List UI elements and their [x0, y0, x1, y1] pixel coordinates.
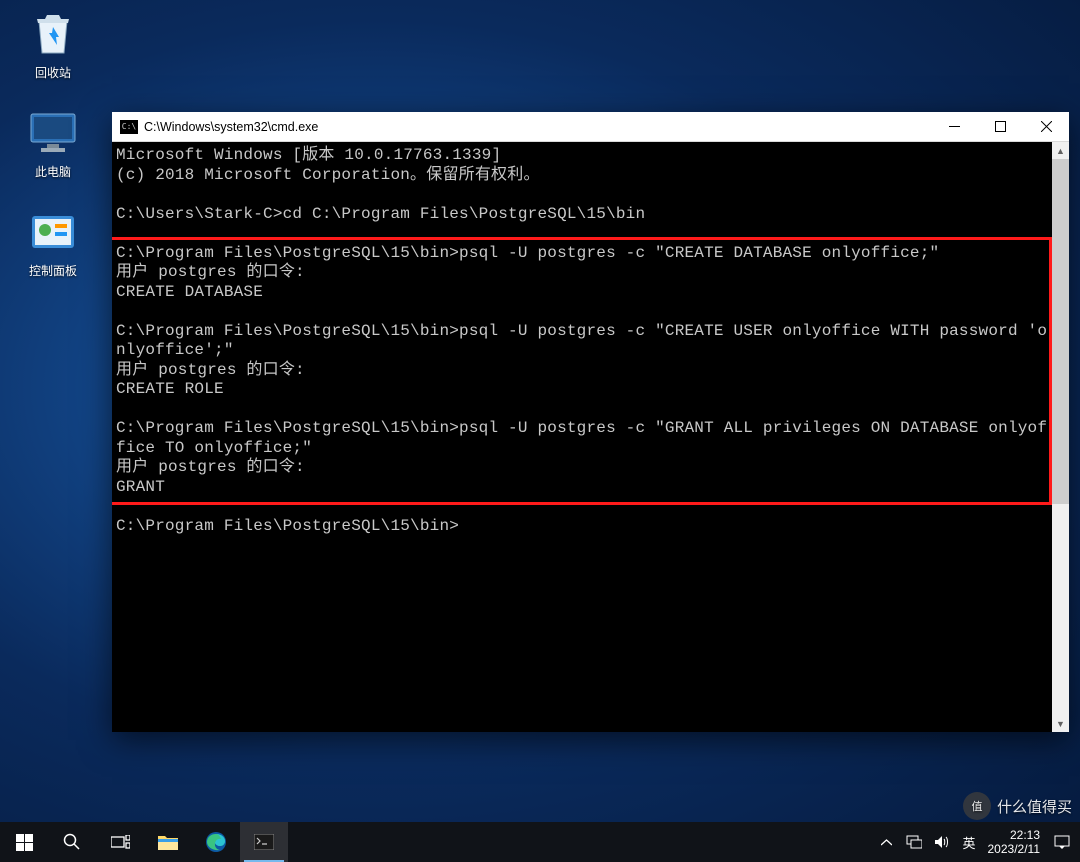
desktop-icon-label: 回收站: [14, 64, 92, 81]
taskbar-date: 2023/2/11: [988, 842, 1041, 856]
scrollbar-thumb[interactable]: [1052, 159, 1069, 504]
recycle-bin-icon: [29, 10, 77, 58]
volume-icon[interactable]: [934, 834, 950, 850]
cmd-icon: C:\: [120, 120, 138, 134]
task-view-button[interactable]: [96, 822, 144, 862]
taskbar-time: 22:13: [988, 828, 1041, 842]
notifications-icon[interactable]: [1054, 834, 1070, 850]
ime-indicator[interactable]: 英: [962, 833, 975, 852]
scroll-down-button[interactable]: ▼: [1052, 715, 1069, 732]
terminal-body[interactable]: Microsoft Windows [版本 10.0.17763.1339] (…: [112, 142, 1069, 732]
monitor-icon: [29, 109, 77, 157]
taskbar-app-file-explorer[interactable]: [144, 822, 192, 862]
search-button[interactable]: [48, 822, 96, 862]
start-button[interactable]: [0, 822, 48, 862]
titlebar[interactable]: C:\ C:\Windows\system32\cmd.exe: [112, 112, 1069, 142]
desktop-icon-this-pc[interactable]: 此电脑: [14, 109, 92, 180]
terminal-output: Microsoft Windows [版本 10.0.17763.1339] (…: [112, 142, 1052, 540]
desktop-icon-label: 此电脑: [14, 163, 92, 180]
tray-chevron-up-icon[interactable]: [878, 834, 894, 850]
maximize-button[interactable]: [977, 112, 1023, 142]
desktop-icon-control-panel[interactable]: 控制面板: [14, 208, 92, 279]
system-tray[interactable]: 英 22:13 2023/2/11: [868, 822, 1080, 862]
taskbar-app-edge[interactable]: [192, 822, 240, 862]
scrollbar[interactable]: ▲ ▼: [1052, 142, 1069, 732]
scrollbar-track[interactable]: [1052, 159, 1069, 715]
scroll-up-button[interactable]: ▲: [1052, 142, 1069, 159]
desktop-icons: 回收站 此电脑 控制面板: [14, 10, 94, 307]
watermark-badge: 值: [963, 792, 991, 820]
taskbar-clock[interactable]: 22:13 2023/2/11: [988, 828, 1043, 856]
taskbar-app-cmd[interactable]: [240, 822, 288, 862]
cmd-window[interactable]: C:\ C:\Windows\system32\cmd.exe Microsof…: [112, 112, 1069, 732]
close-button[interactable]: [1023, 112, 1069, 142]
taskbar[interactable]: 英 22:13 2023/2/11: [0, 822, 1080, 862]
watermark: 值 什么值得买: [963, 792, 1072, 820]
desktop-icon-label: 控制面板: [14, 262, 92, 279]
network-icon[interactable]: [906, 834, 922, 850]
minimize-button[interactable]: [931, 112, 977, 142]
desktop[interactable]: 回收站 此电脑 控制面板 C:\ C:\Windows\system32\cmd…: [0, 0, 1080, 862]
desktop-icon-recycle-bin[interactable]: 回收站: [14, 10, 92, 81]
control-panel-icon: [29, 208, 77, 256]
window-title: C:\Windows\system32\cmd.exe: [144, 120, 318, 134]
watermark-text: 什么值得买: [997, 796, 1072, 817]
